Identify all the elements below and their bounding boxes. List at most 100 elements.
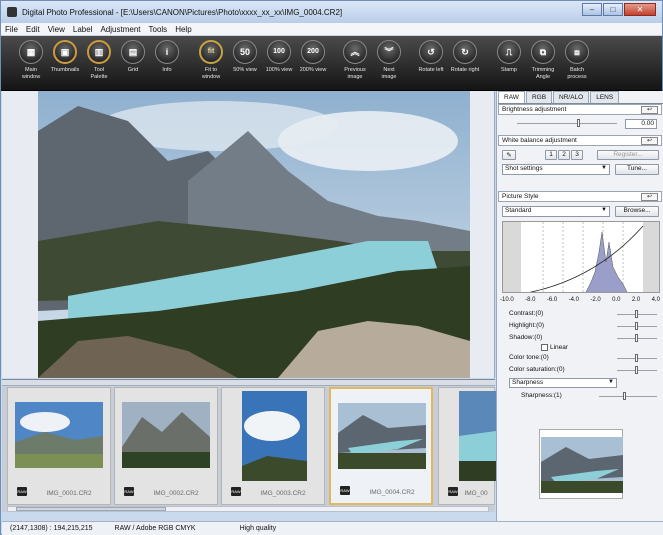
axis-tick: -8.0 xyxy=(525,297,536,303)
menu-adjustment[interactable]: Adjustment xyxy=(100,25,140,34)
reset-arrow-icon[interactable]: ↩ xyxy=(641,193,658,201)
tab-lens[interactable]: LENS xyxy=(590,91,620,103)
batch-process-button[interactable]: ⧈ Batch process xyxy=(555,40,599,80)
tab-rgb[interactable]: RGB xyxy=(525,91,553,103)
menu-view[interactable]: View xyxy=(48,25,65,34)
menu-file[interactable]: File xyxy=(5,25,18,34)
thumbnail-filename: IMG_00 xyxy=(464,490,488,497)
wb-preset-3[interactable]: 3 xyxy=(571,150,583,160)
trim-icon: ⧉ xyxy=(531,40,555,64)
axis-tick: 4.0 xyxy=(651,297,660,303)
highlight-knob[interactable] xyxy=(635,322,638,330)
navigator-preview[interactable] xyxy=(539,429,623,499)
thumbnail-image xyxy=(15,402,103,468)
tab-raw[interactable]: RAW xyxy=(498,91,525,103)
axis-tick: -2.0 xyxy=(590,297,601,303)
rotate-right-label: Rotate right xyxy=(450,67,480,73)
minimize-button[interactable]: – xyxy=(582,3,602,16)
raw-icon: RAW xyxy=(17,487,27,496)
batch-label: Batch process xyxy=(567,67,587,80)
picture-style-value: Standard xyxy=(505,207,532,214)
shadow-slider[interactable] xyxy=(617,334,657,342)
thumb-2-graphic xyxy=(122,402,210,468)
register-button[interactable]: Register... xyxy=(597,150,659,160)
menu-bar: File Edit View Label Adjustment Tools He… xyxy=(1,23,662,36)
dropdown-arrow-icon: ▼ xyxy=(601,207,607,213)
menu-help[interactable]: Help xyxy=(175,25,191,34)
status-quality: High quality xyxy=(239,525,277,532)
axis-tick: -4.0 xyxy=(568,297,579,303)
menu-tools[interactable]: Tools xyxy=(149,25,168,34)
thumbnail-filename: IMG_0003.CR2 xyxy=(260,490,306,497)
status-mode: RAW / Adobe RGB CMYK xyxy=(114,525,196,532)
app-window: Digital Photo Professional - [E:\Users\C… xyxy=(0,0,663,535)
sharpness-label: Sharpness:(1) xyxy=(521,392,562,399)
picture-style-header: Picture Style ↩ xyxy=(498,191,662,202)
next-image-label: Next image xyxy=(381,67,397,80)
wb-setting-select[interactable]: Shot settings ▼ xyxy=(502,164,610,175)
strip-ruler xyxy=(2,380,495,386)
image-viewer[interactable] xyxy=(2,91,495,378)
close-button[interactable]: ✕ xyxy=(624,3,656,16)
thumbnail-item[interactable]: RAW IMG_00 xyxy=(438,387,496,505)
tool-palette: RAW RGB NR/ALO LENS Brightness adjustmen… xyxy=(496,91,663,521)
sharpness-knob[interactable] xyxy=(623,392,626,400)
axis-tick: -10.0 xyxy=(500,297,514,303)
color-saturation-slider[interactable] xyxy=(617,366,657,374)
linear-checkbox[interactable]: Linear xyxy=(541,344,568,351)
color-tone-knob[interactable] xyxy=(635,354,638,362)
thumbnail-item-selected[interactable]: RAW IMG_0004.CR2 xyxy=(329,387,433,505)
200-view-button[interactable]: 200 200% view xyxy=(291,40,335,74)
tone-curve-histogram[interactable] xyxy=(502,221,660,293)
scroll-thumb[interactable] xyxy=(16,507,166,511)
rotate-right-button[interactable]: ↻ Rotate right xyxy=(443,40,487,74)
brightness-value[interactable]: 0.00 xyxy=(625,119,657,129)
wb-setting-value: Shot settings xyxy=(505,165,543,172)
checkbox-box[interactable] xyxy=(541,344,548,351)
picture-style-select[interactable]: Standard ▼ xyxy=(502,206,610,217)
contrast-knob[interactable] xyxy=(635,310,638,318)
brightness-slider[interactable] xyxy=(517,119,617,127)
chevron-down-icon: ︾ xyxy=(377,40,401,64)
eyedropper-icon[interactable]: ✎ xyxy=(502,150,516,160)
reset-arrow-icon[interactable]: ↩ xyxy=(641,106,658,114)
wb-preset-2[interactable]: 2 xyxy=(558,150,570,160)
status-coordinates: (2147,1308) : 194,215,215 xyxy=(10,525,93,532)
sharpness-slider[interactable] xyxy=(599,392,657,400)
sharpness-select[interactable]: Sharpness ▼ xyxy=(509,378,617,388)
reset-arrow-icon[interactable]: ↩ xyxy=(641,137,658,145)
shadow-knob[interactable] xyxy=(635,334,638,342)
color-saturation-label: Color saturation:(0) xyxy=(509,366,565,373)
menu-label[interactable]: Label xyxy=(73,25,93,34)
info-icon: i xyxy=(155,40,179,64)
fit-icon: fit xyxy=(199,40,223,64)
dropdown-arrow-icon: ▼ xyxy=(601,165,607,171)
thumbnail-image xyxy=(338,403,426,469)
thumbnail-item[interactable]: RAW IMG_0002.CR2 xyxy=(114,387,218,505)
contrast-slider[interactable] xyxy=(617,310,657,318)
menu-edit[interactable]: Edit xyxy=(26,25,40,34)
thumb-4-graphic xyxy=(338,403,426,469)
thumb-3-graphic xyxy=(242,391,307,481)
tune-button[interactable]: Tune... xyxy=(615,164,659,175)
horizontal-scrollbar[interactable] xyxy=(7,506,489,512)
info-button[interactable]: i Info xyxy=(145,40,189,74)
white-balance-header: White balance adjustment ↩ xyxy=(498,135,662,146)
thumbnails-icon: ▣ xyxy=(53,40,77,64)
raw-icon: RAW xyxy=(448,487,458,496)
highlight-slider[interactable] xyxy=(617,322,657,330)
status-bar: (2147,1308) : 194,215,215 RAW / Adobe RG… xyxy=(2,521,663,535)
raw-icon: RAW xyxy=(124,487,134,496)
next-image-button[interactable]: ︾ Next image xyxy=(367,40,411,80)
browse-button[interactable]: Browse... xyxy=(615,206,659,217)
brightness-knob[interactable] xyxy=(577,119,580,127)
color-tone-slider[interactable] xyxy=(617,354,657,362)
tab-nr-alo[interactable]: NR/ALO xyxy=(553,91,590,103)
chevron-up-icon: ︽ xyxy=(343,40,367,64)
color-saturation-knob[interactable] xyxy=(635,366,638,374)
stamp-icon: ⎍ xyxy=(497,40,521,64)
maximize-button[interactable]: □ xyxy=(603,3,623,16)
wb-preset-1[interactable]: 1 xyxy=(545,150,557,160)
thumbnail-item[interactable]: RAW IMG_0001.CR2 xyxy=(7,387,111,505)
thumbnail-item[interactable]: RAW IMG_0003.CR2 xyxy=(221,387,325,505)
